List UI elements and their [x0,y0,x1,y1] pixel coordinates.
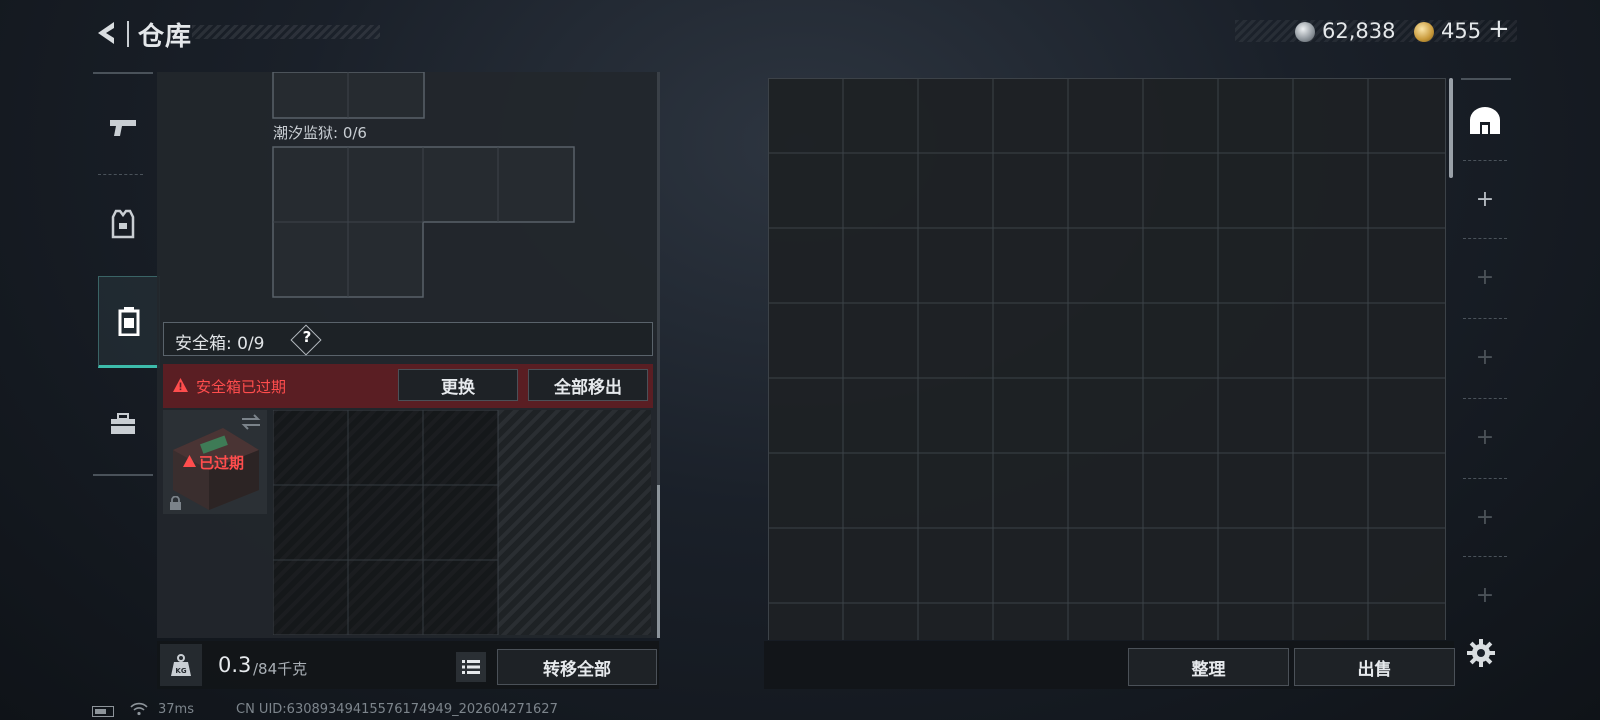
silver-coin-icon [1295,22,1315,42]
add-gold-button[interactable]: + [1488,14,1510,44]
rail-add-slot[interactable]: + [1461,398,1509,476]
stash-grid [768,78,1446,640]
title-decoration [192,25,380,39]
rail-add-slot[interactable]: + [1461,478,1509,556]
weight-max: /84千克 [253,660,308,678]
tab-rail-top-line [93,72,153,74]
gold-currency-value: 455 [1441,19,1482,43]
safe-box-expired-text: 安全箱已过期 [196,378,287,396]
safe-item-status: 已过期 [199,454,245,472]
tide-prison-label: 潮汐监狱: 0/6 [273,124,367,142]
ping-value: 37ms [158,702,194,717]
stash-scrollbar[interactable] [1449,78,1453,178]
silver-currency-value: 62,838 [1322,19,1396,43]
back-arrow-icon[interactable] [92,18,122,48]
tab-gear[interactable] [93,184,153,264]
expired-warning-icon [183,455,196,467]
tab-weapon[interactable] [93,88,153,168]
safe-box-grid-lines [272,409,499,636]
lock-icon [170,496,181,510]
svg-text:KG: KG [175,667,186,675]
tab-tools[interactable] [93,384,153,464]
armor-vest-icon [111,209,135,239]
list-view-button[interactable] [456,652,486,682]
safe-box-grid[interactable] [272,409,651,636]
settings-gear-icon[interactable] [1465,637,1497,669]
gold-coin-icon [1414,22,1434,42]
weight-kg-icon: KG [171,654,191,676]
stash-home-tab[interactable] [1461,82,1509,160]
replace-button[interactable]: 更换 [398,369,518,401]
organize-button[interactable]: 整理 [1128,648,1289,686]
swap-icon[interactable] [240,414,262,430]
rail-add-slot[interactable]: + [1461,318,1509,396]
inventory-scrollbar-thumb[interactable] [657,485,660,638]
top-container-grid [272,72,425,119]
pistol-icon [110,120,136,136]
user-uid: CN UID:630893494155761749​49_20260427162… [236,702,558,717]
battery-level [95,709,106,714]
stash-grid-panel[interactable] [768,78,1446,640]
title-separator [127,21,129,47]
sell-button[interactable]: 出售 [1294,648,1455,686]
rail-add-slot[interactable]: + [1461,238,1509,316]
weight-icon-box: KG [160,644,202,686]
warning-triangle-icon [173,378,188,392]
tab-rail-bottom-line [93,474,153,476]
tab-divider [98,174,143,175]
stash-home-icon [1470,107,1500,134]
move-all-out-button[interactable]: 全部移出 [528,369,648,401]
wifi-icon [130,702,148,716]
page-title: 仓库 [138,22,193,52]
weight-current: 0.3 [218,653,252,677]
toolbox-icon [111,413,135,434]
container-box-icon [118,307,140,336]
rail-add-slot[interactable]: + [1461,556,1509,634]
tab-container[interactable] [98,276,160,368]
safe-box-capacity: 安全箱: 0/9 [175,334,265,354]
tide-prison-grid[interactable] [272,146,576,300]
list-icon [462,660,480,674]
rail-add-slot[interactable]: + [1461,160,1509,238]
help-icon[interactable]: ? [300,328,314,346]
rail-top-line [1461,78,1511,80]
transfer-all-button[interactable]: 转移全部 [497,649,657,685]
